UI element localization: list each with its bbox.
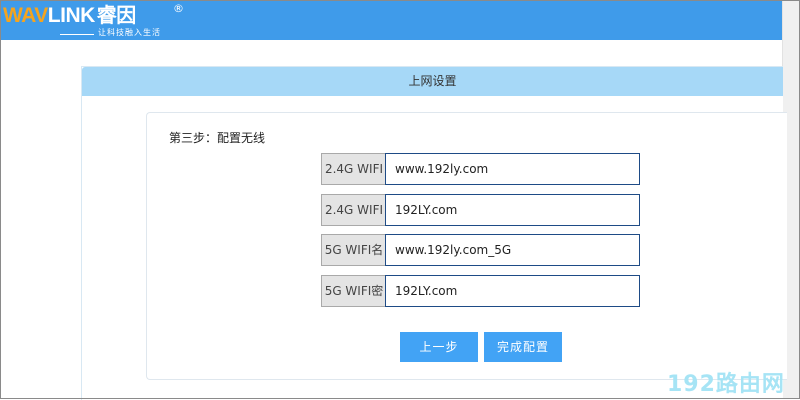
brand-slogan: 让科技融入生活 [98,28,161,37]
field-label: 2.4G WIFI [321,153,386,185]
brand-logo: WAVLINK 睿因 ® 让科技融入生活 [3,2,193,40]
wifi-5g-name-input[interactable] [385,234,640,266]
logo-chinese-name: 睿因 [96,5,137,27]
slogan-divider-line [60,34,94,35]
field-row-24g-password: 2.4G WIFI [321,194,640,226]
logo-link-text: LINK [47,4,96,27]
registered-mark: ® [173,2,184,15]
watermark-text: 192路由网 [667,372,785,397]
previous-step-button[interactable]: 上一步 [400,332,478,362]
wifi-24g-name-input[interactable] [385,153,640,185]
step-title: 第三步：配置无线 [169,131,266,145]
field-row-5g-ssid: 5G WIFI名 [321,234,640,266]
top-header: WAVLINK 睿因 ® 让科技融入生活 [0,0,782,40]
logo-wav-text: WAV [3,4,48,27]
field-label: 5G WIFI名 [321,234,386,266]
panel-header: 上网设置 [82,67,783,96]
wifi-24g-password-input[interactable] [385,194,640,226]
field-label: 2.4G WIFI [321,194,386,226]
wifi-5g-password-input[interactable] [385,275,640,307]
field-row-5g-password: 5G WIFI密 [321,275,640,307]
panel-title: 上网设置 [408,74,457,88]
logo-wordmark: WAVLINK 睿因 [3,4,136,28]
field-label: 5G WIFI密 [321,275,386,307]
finish-config-button[interactable]: 完成配置 [484,332,562,362]
field-row-24g-ssid: 2.4G WIFI [321,153,640,185]
